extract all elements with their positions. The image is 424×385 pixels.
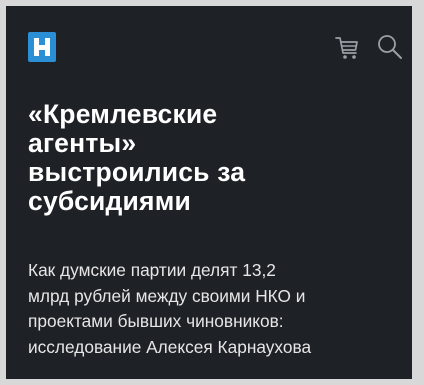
newspaper-logo-icon[interactable] <box>28 32 56 62</box>
app-background: «Кремлевские агенты» выстроились за субс… <box>6 6 412 379</box>
article-lead-line: Как думские партии делят 13,2 <box>28 260 276 280</box>
article-lead-line: исследование Алексея Карнаухова <box>28 336 312 357</box>
article-title-line: субсидиями <box>28 186 191 216</box>
article-title-line: «Кремлевские <box>28 99 218 129</box>
article-title-line: агенты» <box>28 128 137 158</box>
search-icon[interactable] <box>375 32 405 62</box>
phone-screen: «Кремлевские агенты» выстроились за субс… <box>0 0 424 385</box>
article-lead-line: млрд рублей между своими НКО и <box>28 285 306 306</box>
article-lead-line: проектами бывших чиновников: <box>28 311 284 331</box>
article-title[interactable]: «Кремлевские агенты» выстроились за субс… <box>28 100 398 216</box>
cart-icon[interactable] <box>333 34 361 62</box>
article-lead: Как думские партии делят 13,2 млрд рубле… <box>28 258 408 360</box>
article-title-line: выстроились за <box>28 157 246 187</box>
